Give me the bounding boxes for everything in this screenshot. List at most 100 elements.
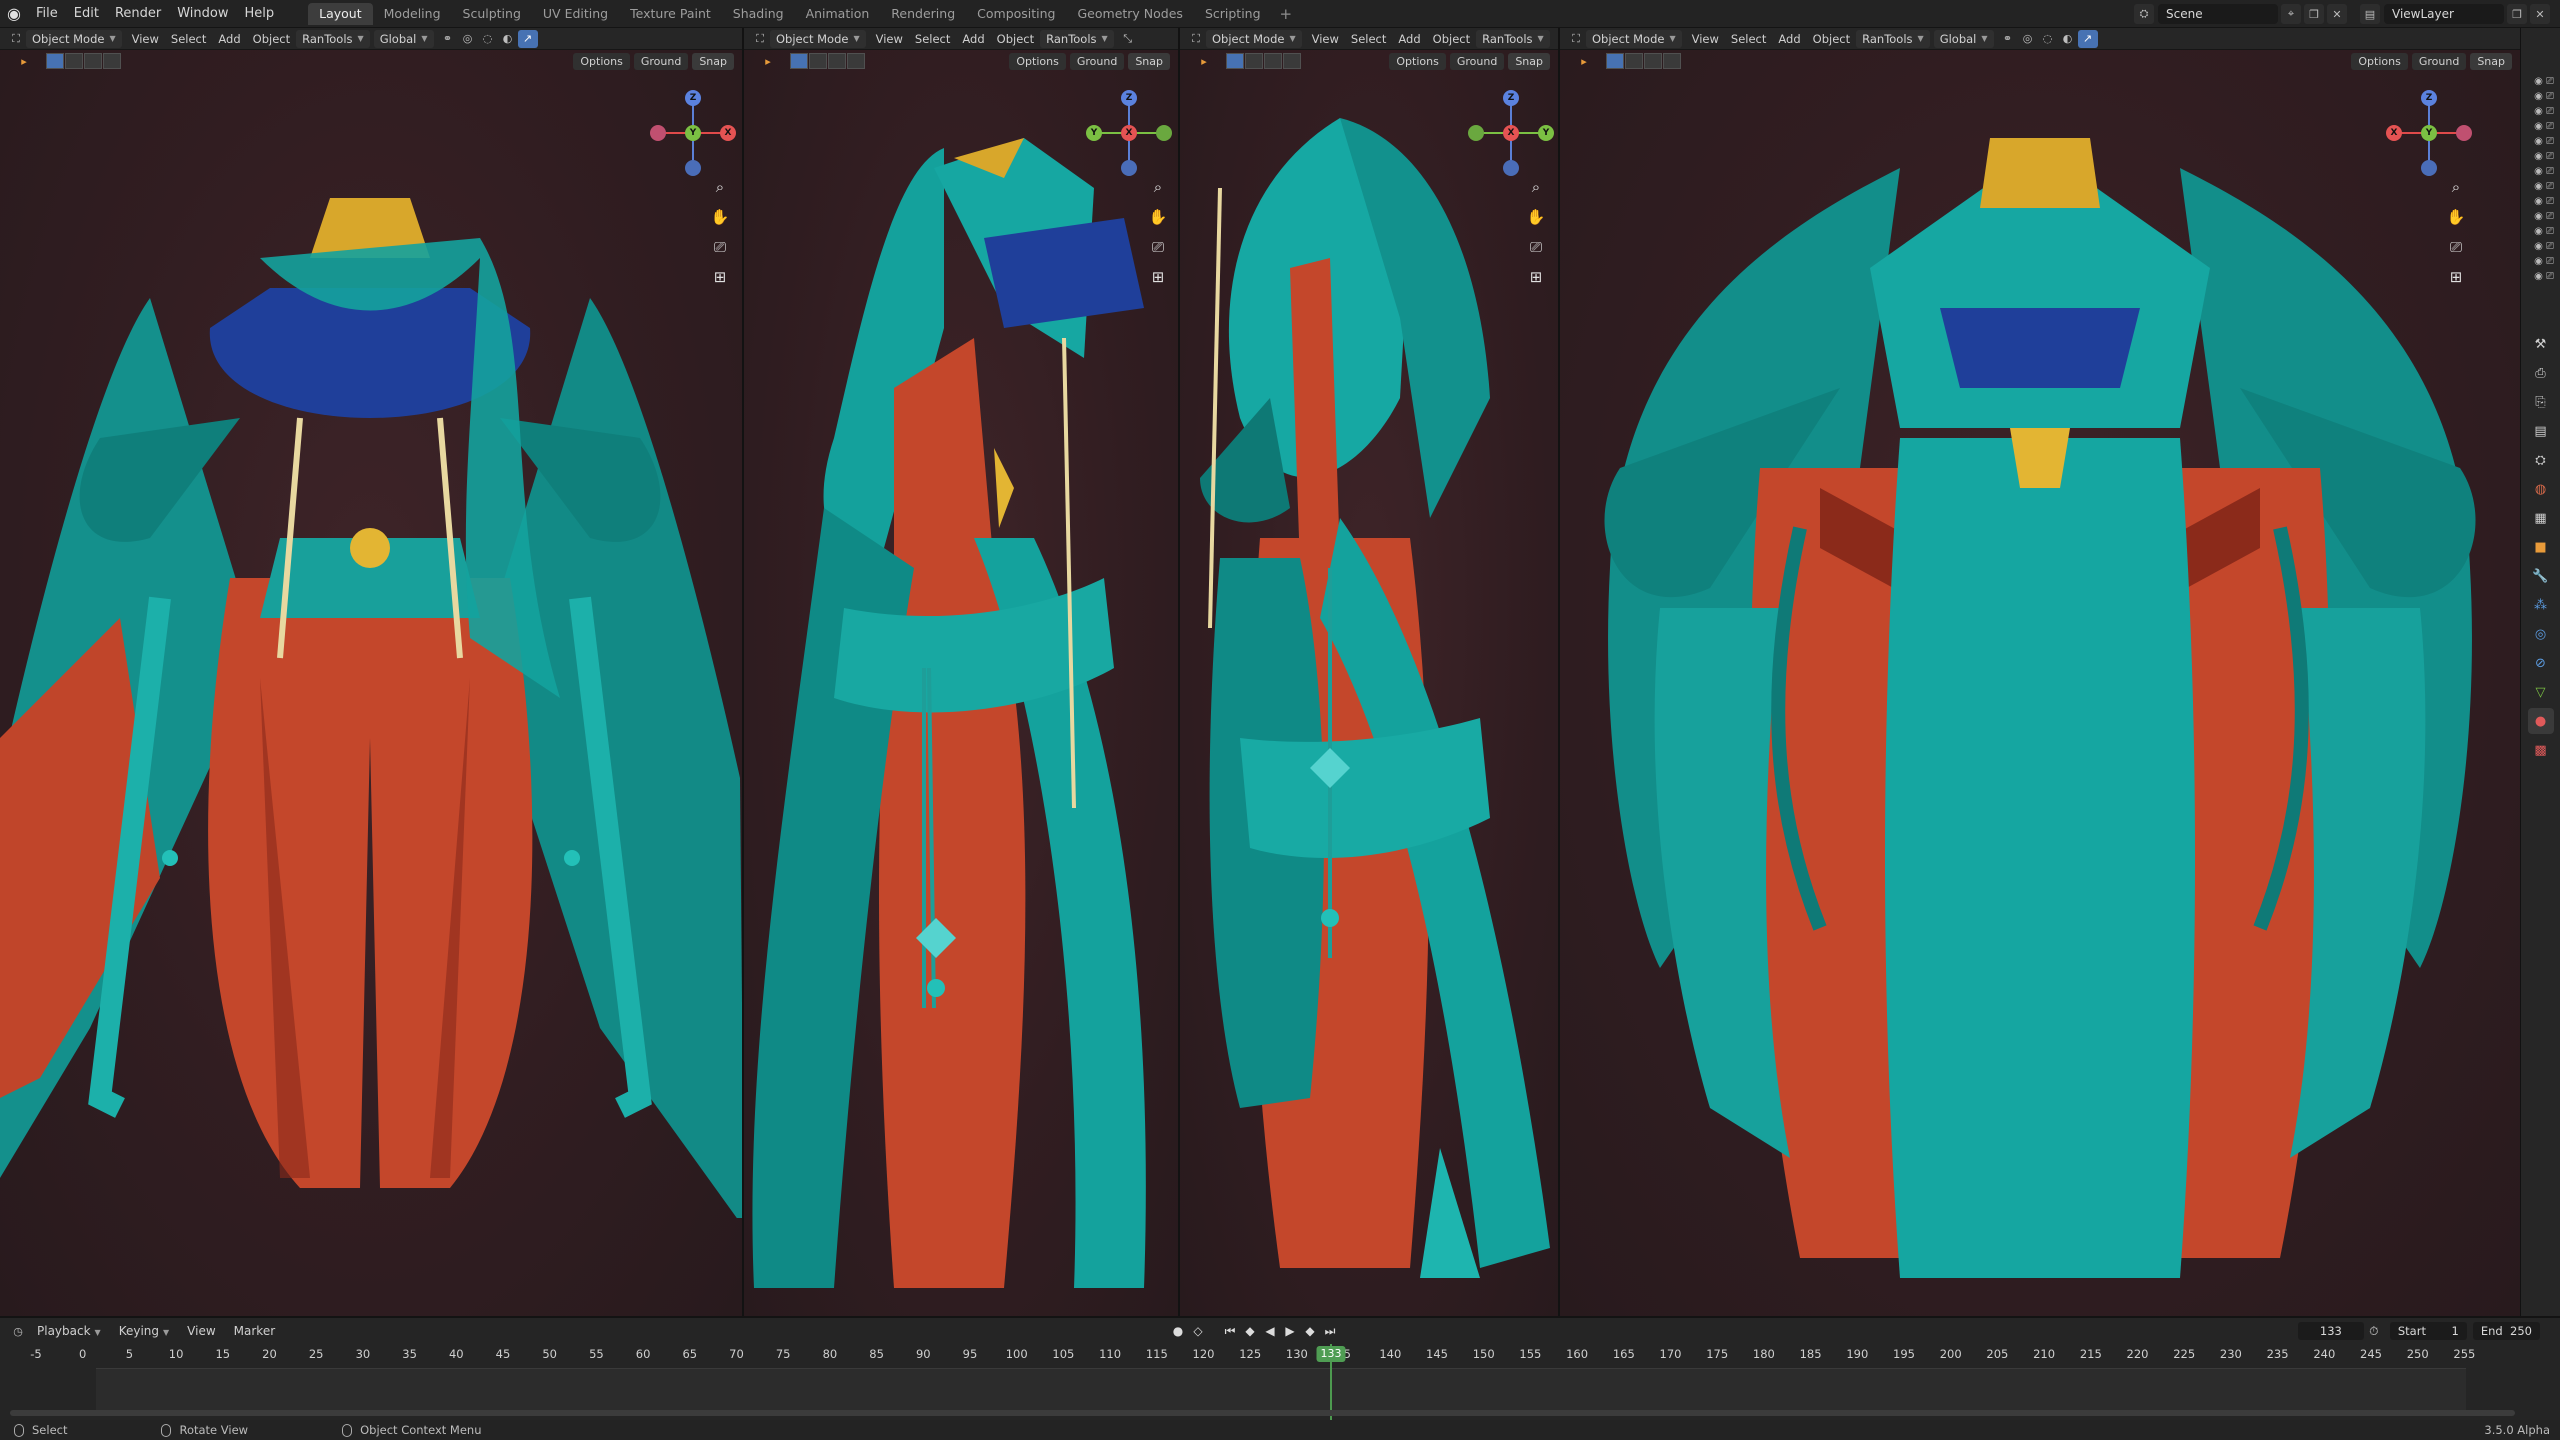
gizmo-neg-z[interactable] bbox=[685, 160, 701, 176]
close-icon[interactable]: ✕ bbox=[2530, 4, 2550, 24]
tab-geometry-nodes[interactable]: Geometry Nodes bbox=[1067, 3, 1194, 25]
gizmo-neg-y[interactable] bbox=[1156, 125, 1172, 141]
menu-select[interactable]: Select bbox=[165, 32, 212, 46]
play-icon[interactable]: ▸ bbox=[1574, 52, 1594, 70]
scene-tab-icon[interactable]: ⛭ bbox=[2528, 447, 2554, 473]
keying-menu[interactable]: Keying ▼ bbox=[110, 1324, 178, 1338]
mode-dropdown[interactable]: Object Mode ▼ bbox=[1586, 29, 1682, 48]
view-layer-field[interactable]: ViewLayer bbox=[2384, 4, 2504, 24]
rantools-dropdown[interactable]: RanTools ▼ bbox=[296, 29, 370, 48]
camera-icon[interactable]: ⎚ bbox=[2445, 236, 2467, 258]
tab-shading[interactable]: Shading bbox=[722, 3, 795, 25]
navigation-gizmo[interactable]: Z Y X bbox=[1084, 88, 1174, 178]
menu-object[interactable]: Object bbox=[1807, 32, 1856, 46]
menu-edit[interactable]: Edit bbox=[66, 0, 107, 28]
overlay-icon[interactable]: ◐ bbox=[498, 30, 518, 48]
gizmo-y-axis[interactable]: Y bbox=[1086, 125, 1102, 141]
mode-dropdown[interactable]: Object Mode ▼ bbox=[1206, 29, 1302, 48]
editor-type-icon[interactable]: ⛶ bbox=[6, 30, 26, 48]
rantools-dropdown[interactable]: RanTools ▼ bbox=[1476, 29, 1550, 48]
snap-button[interactable]: Snap bbox=[1508, 53, 1550, 70]
close-icon[interactable]: ✕ bbox=[2327, 4, 2347, 24]
mode-dropdown[interactable]: Object Mode ▼ bbox=[26, 29, 122, 48]
camera-icon[interactable]: ⎚ bbox=[709, 236, 731, 258]
tab-scripting[interactable]: Scripting bbox=[1194, 3, 1272, 25]
select-mode-new[interactable] bbox=[790, 53, 808, 69]
start-frame-field[interactable]: Start 1 bbox=[2389, 1322, 2467, 1340]
view-layer-tab-icon[interactable]: ▤ bbox=[2528, 418, 2554, 444]
menu-file[interactable]: File bbox=[28, 0, 66, 28]
proportional-icon[interactable]: ◌ bbox=[2038, 30, 2058, 48]
snap-button[interactable]: Snap bbox=[2470, 53, 2512, 70]
gizmo-x-axis[interactable]: X bbox=[720, 125, 736, 141]
menu-view[interactable]: View bbox=[1686, 32, 1725, 46]
select-mode-extend[interactable] bbox=[65, 53, 83, 69]
menu-add[interactable]: Add bbox=[212, 32, 246, 46]
link-icon[interactable]: ⚭ bbox=[438, 30, 458, 48]
tab-modeling[interactable]: Modeling bbox=[373, 3, 452, 25]
menu-help[interactable]: Help bbox=[237, 0, 283, 28]
menu-select[interactable]: Select bbox=[909, 32, 956, 46]
grid-icon[interactable]: ⊞ bbox=[1147, 266, 1169, 288]
gizmo-z-axis[interactable]: Z bbox=[2421, 90, 2437, 106]
select-mode-new[interactable] bbox=[1606, 53, 1624, 69]
overlay-icon[interactable]: ◐ bbox=[2058, 30, 2078, 48]
tool-tab-icon[interactable]: ⚒ bbox=[2528, 331, 2554, 357]
tab-rendering[interactable]: Rendering bbox=[880, 3, 966, 25]
hand-icon[interactable]: ✋ bbox=[1525, 206, 1547, 228]
play-icon[interactable]: ▸ bbox=[14, 52, 34, 70]
play-icon[interactable]: ▸ bbox=[758, 52, 778, 70]
options-dropdown[interactable]: Options bbox=[1009, 53, 1066, 70]
tab-animation[interactable]: Animation bbox=[795, 3, 881, 25]
menu-view[interactable]: View bbox=[126, 32, 165, 46]
gizmo-x-axis[interactable]: X bbox=[1503, 125, 1519, 141]
texture-tab-icon[interactable]: ▩ bbox=[2528, 737, 2554, 763]
navigation-gizmo[interactable]: Z Y X bbox=[1466, 88, 1556, 178]
snap-button[interactable]: Snap bbox=[1128, 53, 1170, 70]
visibility-toggle-icon[interactable]: ◉ ⎚ bbox=[2521, 74, 2560, 89]
tab-uv-editing[interactable]: UV Editing bbox=[532, 3, 619, 25]
viewport-front[interactable]: ⛶ Object Mode ▼ View Select Add Object Ra… bbox=[0, 28, 744, 1316]
scene-name-field[interactable]: Scene bbox=[2158, 4, 2278, 24]
menu-object[interactable]: Object bbox=[991, 32, 1040, 46]
snap-button[interactable]: Snap bbox=[692, 53, 734, 70]
options-dropdown[interactable]: Options bbox=[1389, 53, 1446, 70]
copy-icon[interactable]: ❐ bbox=[2507, 4, 2527, 24]
clock-icon[interactable]: ◷ bbox=[8, 1322, 28, 1340]
gizmo-z-axis[interactable]: Z bbox=[1503, 90, 1519, 106]
particles-tab-icon[interactable]: ⁂ bbox=[2528, 592, 2554, 618]
menu-view[interactable]: View bbox=[870, 32, 909, 46]
ground-button[interactable]: Ground bbox=[633, 53, 689, 70]
visibility-toggle-icon[interactable]: ◉ ⎚ bbox=[2521, 209, 2560, 224]
visibility-toggle-icon[interactable]: ◉ ⎚ bbox=[2521, 149, 2560, 164]
mode-dropdown[interactable]: Object Mode ▼ bbox=[770, 29, 866, 48]
menu-render[interactable]: Render bbox=[107, 0, 169, 28]
select-mode-subtract[interactable] bbox=[828, 53, 846, 69]
gizmo-neg-z[interactable] bbox=[1121, 160, 1137, 176]
grid-icon[interactable]: ⊞ bbox=[1525, 266, 1547, 288]
menu-add[interactable]: Add bbox=[1392, 32, 1426, 46]
keyframe-icon[interactable]: ◇ bbox=[1188, 1322, 1208, 1340]
frame-ruler[interactable]: -5 0 5 10 15 20 25 30 35 40 45 50 55 60 65 70 75 80 85 90 95… bbox=[0, 1344, 2560, 1364]
tab-sculpting[interactable]: Sculpting bbox=[452, 3, 532, 25]
tab-layout[interactable]: Layout bbox=[308, 2, 373, 25]
gizmo-neg-x[interactable] bbox=[650, 125, 666, 141]
visibility-toggle-icon[interactable]: ◉ ⎚ bbox=[2521, 89, 2560, 104]
select-mode-extend[interactable] bbox=[1245, 53, 1263, 69]
magnifier-icon[interactable]: ⌕ bbox=[2445, 176, 2467, 198]
transform-icon[interactable]: ⤡ bbox=[1118, 30, 1138, 48]
menu-add[interactable]: Add bbox=[956, 32, 990, 46]
options-dropdown[interactable]: Options bbox=[573, 53, 630, 70]
add-workspace-button[interactable]: + bbox=[1272, 5, 1301, 23]
visibility-toggle-icon[interactable]: ◉ ⎚ bbox=[2521, 119, 2560, 134]
pin-icon[interactable]: ⌖ bbox=[2281, 4, 2301, 24]
snap-icon[interactable]: ◎ bbox=[2018, 30, 2038, 48]
grid-icon[interactable]: ⊞ bbox=[2445, 266, 2467, 288]
current-frame-field[interactable]: 133 bbox=[2297, 1322, 2364, 1340]
gizmo-neg-x[interactable] bbox=[2456, 125, 2472, 141]
select-mode-new[interactable] bbox=[46, 53, 64, 69]
gizmo-y-axis[interactable]: Y bbox=[2421, 125, 2437, 141]
prev-keyframe-icon[interactable]: ◆ bbox=[1240, 1322, 1260, 1340]
gizmo-neg-z[interactable] bbox=[2421, 160, 2437, 176]
render-tab-icon[interactable]: ⎙ bbox=[2528, 360, 2554, 386]
